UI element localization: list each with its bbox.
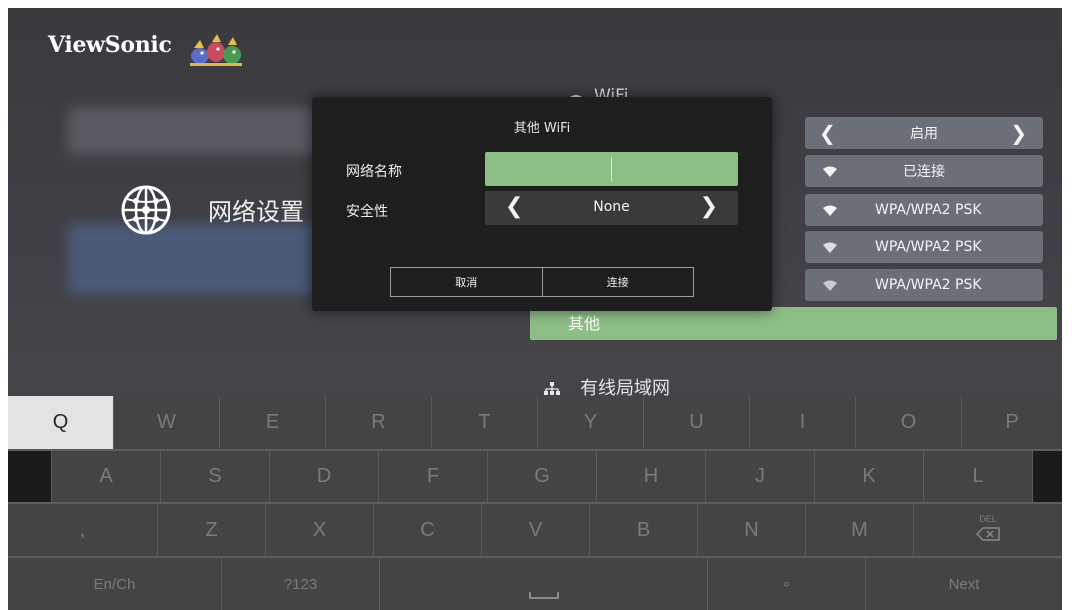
keyboard-edge-right (1033, 451, 1062, 502)
birds-logo-icon (190, 30, 242, 72)
key-n[interactable]: N (698, 504, 806, 556)
wifi-network-security: WPA/WPA2 PSK (875, 239, 982, 255)
key-f[interactable]: F (379, 451, 488, 502)
wifi-network-security: WPA/WPA2 PSK (875, 202, 982, 218)
chevron-right-icon[interactable]: ❯ (1010, 121, 1027, 145)
wifi-signal-icon (823, 204, 837, 220)
key-c[interactable]: C (374, 504, 482, 556)
other-wifi-item[interactable]: 其他 (530, 307, 1057, 340)
other-wifi-label: 其他 (568, 314, 601, 333)
key-o[interactable]: O (856, 396, 962, 449)
key-y[interactable]: Y (538, 396, 644, 449)
wifi-toggle-value: 启用 (910, 126, 938, 142)
wifi-signal-icon (823, 241, 837, 257)
key-a[interactable]: A (52, 451, 161, 502)
blurred-bg-left-selected (68, 224, 318, 294)
keyboard-row-2: A S D F G H J K L (8, 451, 1062, 502)
key-r[interactable]: R (326, 396, 432, 449)
other-wifi-dialog: 其他 WiFi 网络名称 安全性 ❮ None ❯ 取消 连接 (312, 97, 772, 311)
text-caret (611, 157, 612, 181)
key-z[interactable]: Z (158, 504, 266, 556)
key-g[interactable]: G (488, 451, 597, 502)
network-name-label: 网络名称 (346, 164, 402, 180)
wifi-network-security: WPA/WPA2 PSK (875, 277, 982, 293)
key-delete[interactable]: DEL (914, 504, 1062, 556)
network-name-input[interactable] (485, 152, 738, 186)
chevron-right-icon[interactable]: ❯ (700, 194, 718, 219)
onscreen-keyboard: Q W E R T Y U I O P A S D F G H J K L , … (8, 396, 1062, 610)
wifi-network-item[interactable]: WPA/WPA2 PSK (805, 231, 1043, 263)
dialog-title: 其他 WiFi (513, 121, 571, 136)
keyboard-row-4: En/Ch ?123 ∘ Next (8, 558, 1062, 610)
projector-screen: ViewSonic 网络设置 WiFi ❮ 启用 ❯ 已连接 WPA/WPA2 … (8, 8, 1062, 610)
key-w[interactable]: W (114, 396, 220, 449)
key-space[interactable] (380, 558, 708, 610)
delete-key-label: DEL (979, 513, 997, 524)
key-e[interactable]: E (220, 396, 326, 449)
keyboard-edge-left (8, 451, 52, 502)
key-next[interactable]: Next (866, 558, 1062, 610)
security-selector[interactable]: ❮ None ❯ (485, 191, 738, 225)
key-language-switch[interactable]: En/Ch (8, 558, 222, 610)
key-j[interactable]: J (706, 451, 815, 502)
globe-network-icon (120, 184, 172, 240)
wifi-network-item[interactable]: WPA/WPA2 PSK (805, 194, 1043, 226)
key-x[interactable]: X (266, 504, 374, 556)
wifi-connected-network[interactable]: 已连接 (805, 155, 1043, 187)
cancel-button[interactable]: 取消 (391, 268, 542, 296)
keyboard-row-1: Q W E R T Y U I O P (8, 396, 1062, 449)
network-settings-title: 网络设置 (208, 198, 304, 226)
key-dot[interactable]: ∘ (708, 558, 866, 610)
key-i[interactable]: I (750, 396, 856, 449)
key-symbols[interactable]: ?123 (222, 558, 380, 610)
space-icon (528, 582, 559, 605)
dialog-buttons: 取消 连接 (390, 267, 694, 297)
wifi-signal-icon (823, 279, 837, 295)
blurred-bg-left (68, 108, 318, 154)
key-l[interactable]: L (924, 451, 1033, 502)
key-t[interactable]: T (432, 396, 538, 449)
key-v[interactable]: V (482, 504, 590, 556)
key-m[interactable]: M (806, 504, 914, 556)
keyboard-row-3: , Z X C V B N M DEL (8, 504, 1062, 556)
wifi-toggle[interactable]: ❮ 启用 ❯ (805, 117, 1043, 149)
key-u[interactable]: U (644, 396, 750, 449)
wifi-network-item[interactable]: WPA/WPA2 PSK (805, 269, 1043, 301)
key-s[interactable]: S (161, 451, 270, 502)
backspace-icon (975, 524, 1000, 547)
connection-status: 已连接 (903, 164, 945, 180)
key-b[interactable]: B (590, 504, 698, 556)
key-k[interactable]: K (815, 451, 924, 502)
brand-logo: ViewSonic (48, 32, 172, 58)
key-h[interactable]: H (597, 451, 706, 502)
security-label: 安全性 (346, 204, 388, 220)
key-p[interactable]: P (962, 396, 1062, 449)
key-comma[interactable]: , (8, 504, 158, 556)
key-q[interactable]: Q (8, 396, 114, 449)
connect-button[interactable]: 连接 (541, 268, 694, 296)
key-d[interactable]: D (270, 451, 379, 502)
